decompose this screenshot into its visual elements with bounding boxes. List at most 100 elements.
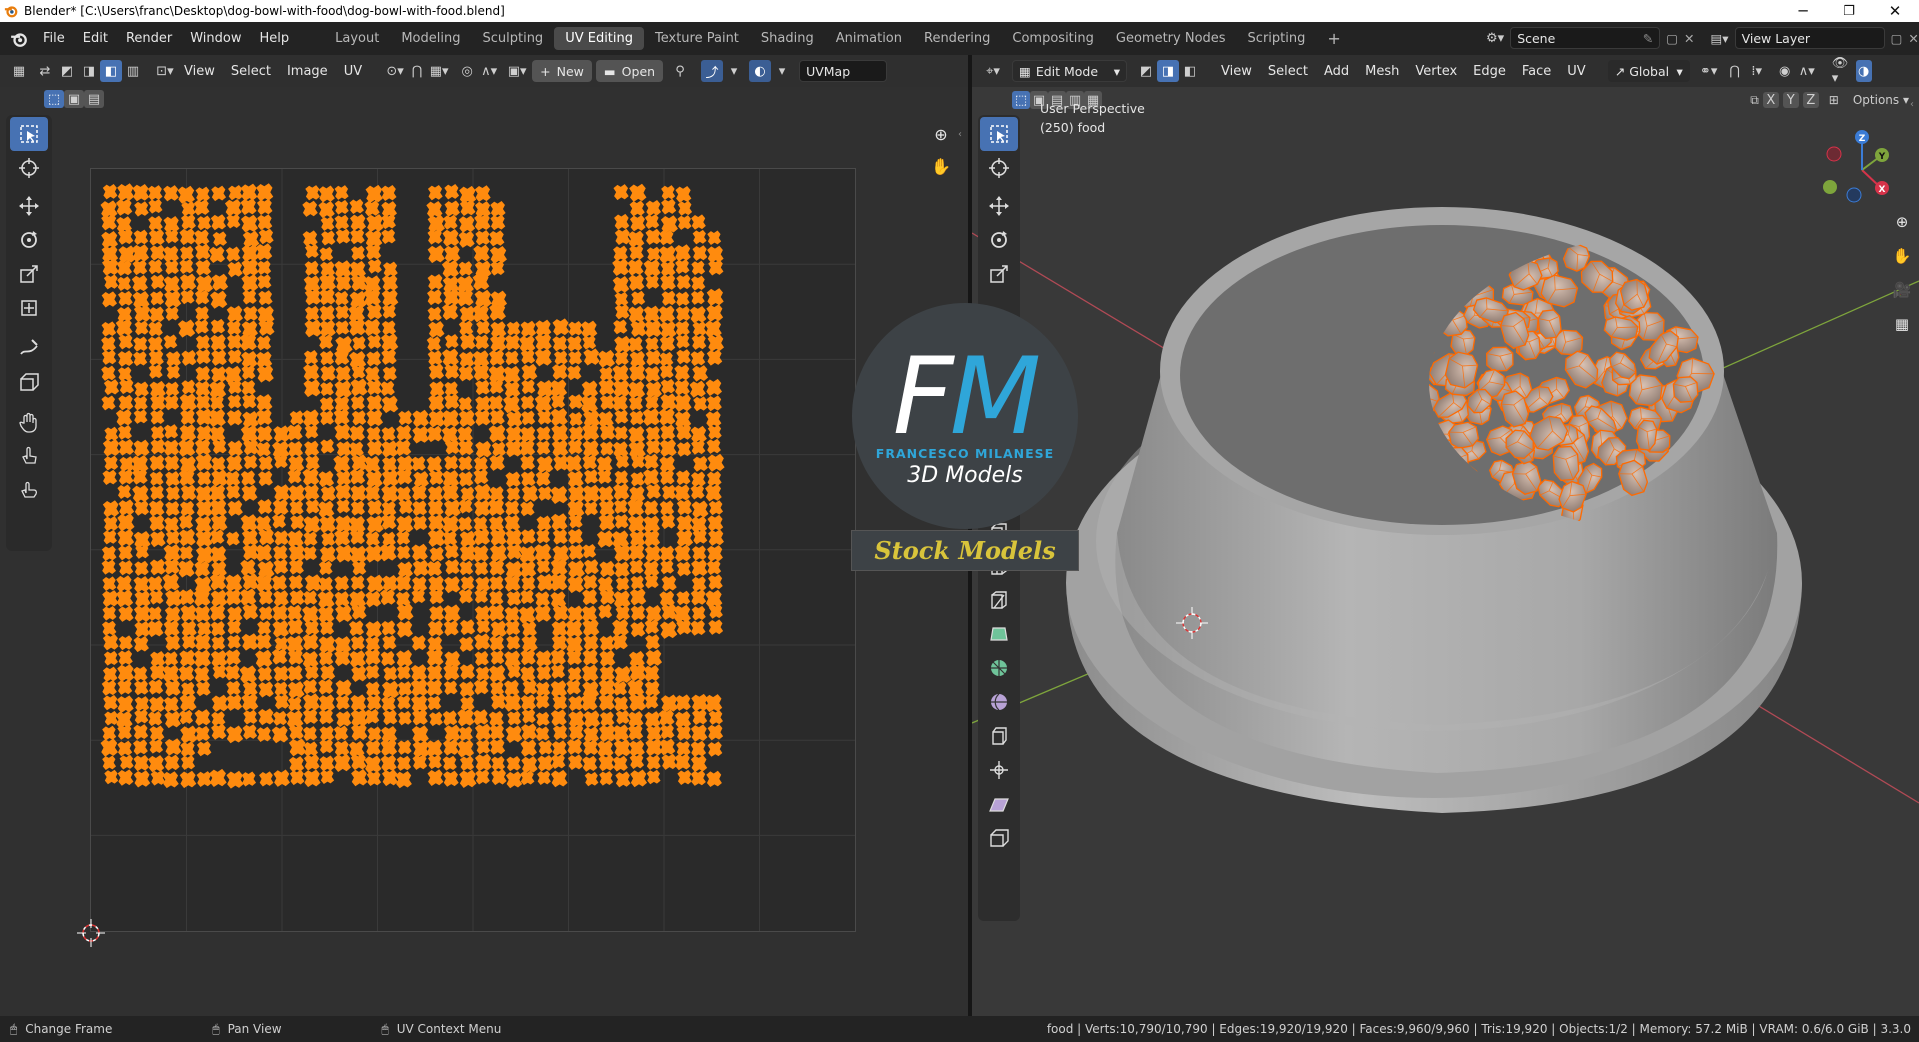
uv-island[interactable] [504,606,520,623]
uv-island[interactable] [614,425,629,441]
uv-sculpt-menu-icon[interactable]: ▾ [723,60,745,82]
uv-island[interactable] [256,408,273,426]
uv-island[interactable] [504,334,521,351]
uv-island[interactable] [364,484,381,502]
uv-island[interactable] [520,454,536,471]
uv-island[interactable] [534,591,551,607]
uv-island[interactable] [567,470,584,488]
uv-island[interactable] [660,378,676,394]
uv-island[interactable] [212,664,227,680]
uv-island[interactable] [383,666,398,681]
uv-island[interactable] [134,560,149,576]
uv-island[interactable] [303,754,320,771]
uv-island[interactable] [443,680,458,695]
uv-island[interactable] [101,679,117,696]
uv-island[interactable] [658,709,675,727]
uv-island[interactable] [708,529,724,546]
uv-island[interactable] [459,755,475,771]
uv-island[interactable] [256,364,274,383]
uv-island[interactable] [565,635,584,654]
tool-pinch-icon[interactable] [10,473,48,507]
uv-island[interactable] [289,589,305,606]
uv-island[interactable] [521,756,538,774]
uv-island[interactable] [212,439,227,455]
uv-island[interactable] [131,244,150,263]
vp-menu-edge[interactable]: Edge [1465,64,1514,79]
uv-island[interactable] [474,334,490,350]
uv-island[interactable] [534,348,552,367]
uv-island[interactable] [458,439,474,456]
uv-island[interactable] [490,214,506,231]
uv-island[interactable] [180,755,196,770]
uv-island[interactable] [691,260,706,276]
uv-island[interactable] [227,394,242,409]
uv-island[interactable] [102,755,117,770]
uv-island[interactable] [318,470,335,488]
uv-island[interactable] [350,228,365,245]
uv-island[interactable] [675,259,690,275]
uv-island[interactable] [351,769,368,787]
uv-island[interactable] [475,769,490,785]
uv-island[interactable] [350,575,365,591]
uv-island[interactable] [150,394,166,411]
uv-island[interactable] [535,681,551,697]
uv-island[interactable] [536,455,554,474]
uv-island[interactable] [349,468,366,485]
uv-island[interactable] [567,528,584,545]
2d-cursor-icon[interactable] [75,917,107,949]
vp-tool-shrink-icon[interactable] [980,753,1018,787]
uv-island[interactable] [304,243,319,259]
uv-island[interactable] [165,381,180,397]
uv-island[interactable] [195,365,211,382]
uv-island[interactable] [428,575,445,593]
uv-island[interactable] [708,604,723,619]
uv-island[interactable] [320,438,335,454]
uv-island[interactable] [319,620,335,636]
uv-island[interactable] [459,305,476,323]
pin-image-icon[interactable]: ⚲ [669,60,691,82]
uv-island[interactable] [334,214,350,231]
uv-island[interactable] [582,454,598,470]
uv-island[interactable] [162,573,180,592]
uv-island[interactable] [148,755,165,773]
scene-field[interactable]: Scene ✎ [1510,27,1661,49]
uv-island[interactable] [149,471,164,486]
uv-island[interactable] [629,588,647,606]
uv-island[interactable] [256,441,271,457]
uv-island[interactable] [629,244,644,261]
uv-island[interactable] [520,501,535,517]
uv-island[interactable] [565,619,583,638]
perspective-toggle-icon[interactable]: ▦ [1887,309,1917,339]
uv-island[interactable] [271,513,287,529]
uv-island[interactable] [211,694,229,713]
uv-island[interactable] [677,215,692,230]
uv-island[interactable] [520,349,536,365]
uv-island[interactable] [411,589,426,604]
uv-island[interactable] [474,560,489,576]
uv-island[interactable] [178,588,195,606]
uv-island[interactable] [629,214,646,232]
uv-island[interactable] [691,709,708,725]
uv-island[interactable] [132,468,148,485]
uv-island[interactable] [194,560,211,578]
uv-island[interactable] [150,530,166,548]
vp-menu-uv[interactable]: UV [1559,64,1593,79]
uv-island[interactable] [676,499,693,516]
uv-island[interactable] [336,470,352,486]
uv-island[interactable] [474,483,492,502]
uv-island[interactable] [582,543,597,559]
uv-island[interactable] [319,319,336,337]
uv-island[interactable] [475,440,492,459]
uv-island[interactable] [598,604,613,619]
uv-island[interactable] [550,649,566,666]
uv-island[interactable] [147,185,163,201]
uv-island[interactable] [334,199,349,215]
uv-island[interactable] [536,559,551,574]
uv-island[interactable] [644,619,660,635]
uv-island[interactable] [488,395,504,411]
uv-island[interactable] [645,349,662,366]
uv-island[interactable] [302,409,320,427]
uv-island[interactable] [181,634,197,650]
uv-island[interactable] [365,184,383,203]
uv-island[interactable] [645,274,660,290]
